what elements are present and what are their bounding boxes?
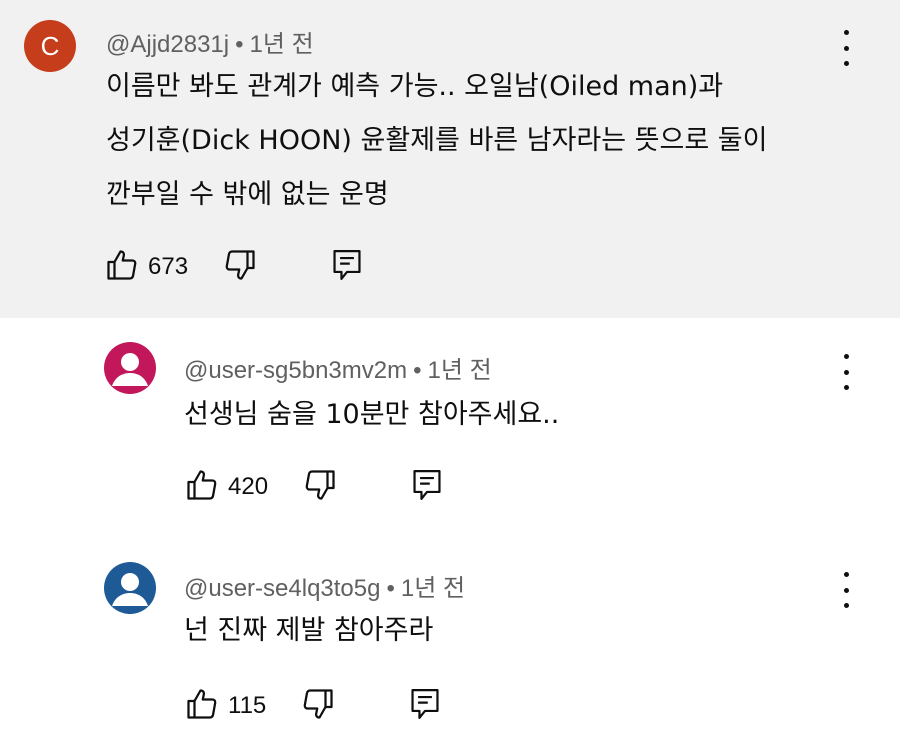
comment-author[interactable]: @user-sg5bn3mv2m bbox=[184, 357, 407, 384]
comment-text: 넌 진짜 제발 참아주라 bbox=[184, 604, 433, 658]
comment-time[interactable]: 1년 전 bbox=[250, 31, 314, 58]
comment-line: 이름만 봐도 관계가 예측 가능.. 오일남(Oiled man)과 bbox=[106, 71, 724, 102]
comment-line: 선생님 숨을 10분만 참아주세요.. bbox=[184, 399, 560, 430]
thumb-down-icon[interactable] bbox=[222, 247, 258, 287]
comment-author[interactable]: @Ajjd2831j bbox=[106, 31, 229, 58]
comment-author[interactable]: @user-se4lq3to5g bbox=[184, 575, 380, 602]
thumb-up-icon[interactable] bbox=[184, 686, 220, 726]
comment-time[interactable]: 1년 전 bbox=[428, 357, 492, 384]
comment-line: 깐부일 수 밖에 없는 운명 bbox=[106, 179, 389, 210]
more-vert-icon[interactable] bbox=[836, 30, 856, 66]
avatar[interactable]: C bbox=[24, 20, 76, 72]
thumb-down-icon[interactable] bbox=[300, 686, 336, 726]
comment-actions: 673 bbox=[104, 247, 364, 287]
more-vert-icon[interactable] bbox=[836, 354, 856, 390]
comment-actions: 115 bbox=[184, 686, 442, 726]
comment-actions: 420 bbox=[184, 467, 444, 507]
comment-text: 이름만 봐도 관계가 예측 가능.. 오일남(Oiled man)과 성기훈(D… bbox=[106, 60, 767, 222]
reply-card: @user-sg5bn3mv2m • 1년 전 선생님 숨을 10분만 참아주세요.… bbox=[0, 318, 900, 536]
thumb-down-icon[interactable] bbox=[302, 467, 338, 507]
like-count: 115 bbox=[228, 692, 267, 719]
separator-dot: • bbox=[413, 357, 422, 384]
reply-icon[interactable] bbox=[408, 686, 442, 726]
separator-dot: • bbox=[235, 31, 244, 58]
avatar[interactable] bbox=[104, 342, 156, 394]
more-vert-icon[interactable] bbox=[836, 572, 856, 608]
thumb-up-icon[interactable] bbox=[184, 467, 220, 507]
like-count: 420 bbox=[228, 473, 269, 500]
comment-text: 선생님 숨을 10분만 참아주세요.. bbox=[184, 388, 559, 442]
reply-icon[interactable] bbox=[410, 467, 444, 507]
comment-header: @Ajjd2831j • 1년 전 bbox=[106, 24, 314, 59]
reply-card: @user-se4lq3to5g • 1년 전 넌 진짜 제발 참아주라 115 bbox=[0, 536, 900, 754]
avatar[interactable] bbox=[104, 562, 156, 614]
comment-card: C @Ajjd2831j • 1년 전 이름만 봐도 관계가 예측 가능.. 오일남… bbox=[0, 0, 900, 318]
comment-line: 성기훈(Dick HOON) 윤활제를 바른 남자라는 뜻으로 둘이 bbox=[106, 125, 768, 156]
comment-line: 넌 진짜 제발 참아주라 bbox=[184, 615, 434, 646]
avatar-initial: C bbox=[40, 30, 60, 61]
thumb-up-icon[interactable] bbox=[104, 247, 140, 287]
comment-header: @user-se4lq3to5g • 1년 전 bbox=[184, 568, 465, 603]
comment-header: @user-sg5bn3mv2m • 1년 전 bbox=[184, 350, 492, 385]
like-count: 673 bbox=[148, 253, 189, 280]
separator-dot: • bbox=[386, 575, 395, 602]
reply-icon[interactable] bbox=[330, 247, 364, 287]
comment-time[interactable]: 1년 전 bbox=[401, 575, 465, 602]
